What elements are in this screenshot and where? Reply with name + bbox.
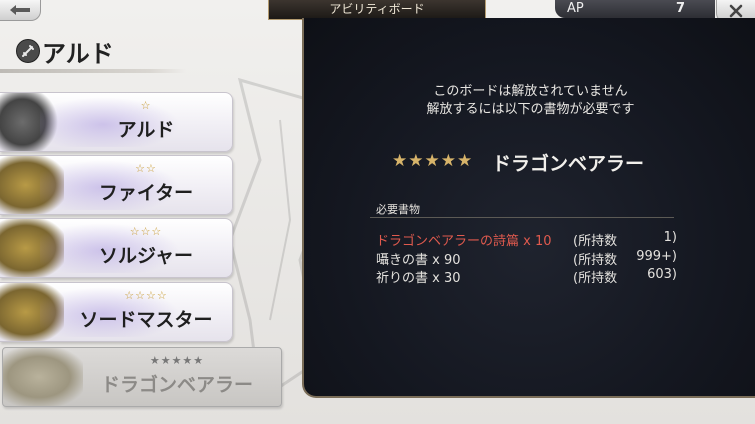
job-label: ソルジャー <box>98 245 194 267</box>
board-title: ドラゴンベアラー <box>492 153 645 175</box>
sword-emblem-icon <box>16 39 40 63</box>
requirement-owned-count: 603) <box>647 267 677 282</box>
character-name: アルド <box>42 40 114 68</box>
ap-label: AP <box>567 1 584 16</box>
requirement-owned-label: (所持数 <box>573 271 618 286</box>
close-icon <box>729 4 743 18</box>
ap-display: AP 7 <box>555 0 715 18</box>
requirement-name: 祈りの書 x 30 <box>376 271 461 286</box>
job-stars: ☆ <box>140 99 152 112</box>
requirement-row: ドラゴンベアラーの詩篇 x 10 (所持数 1) <box>376 230 686 249</box>
job-item-fighter[interactable]: ☆☆ ファイター <box>0 155 233 215</box>
job-stars: ☆☆☆ <box>129 225 163 238</box>
requirement-row: 祈りの書 x 30 (所持数 603) <box>376 267 686 286</box>
unlock-hint: 解放するには以下の書物が必要です <box>426 102 635 117</box>
job-stars: ★★★★★ <box>149 354 205 367</box>
job-portrait <box>3 348 83 406</box>
requirements-divider <box>370 217 674 218</box>
job-label: ドラゴンベアラー <box>100 374 253 396</box>
job-label: ソードマスター <box>79 309 213 331</box>
back-button[interactable] <box>0 0 41 21</box>
requirement-owned-label: (所持数 <box>573 234 618 249</box>
requirement-owned-count: 999+) <box>636 249 677 264</box>
board-rarity-stars: ★★★★★ <box>392 151 474 171</box>
requirement-name: ドラゴンベアラーの詩篇 x 10 <box>376 234 552 249</box>
requirements-header: 必要書物 <box>376 203 420 216</box>
locked-notice: このボードは解放されていません <box>433 84 628 99</box>
screen-title: アビリティボード <box>268 0 486 20</box>
job-label: アルド <box>117 119 175 141</box>
requirement-owned-label: (所持数 <box>573 253 618 268</box>
job-item-swordmaster[interactable]: ☆☆☆☆ ソードマスター <box>0 282 233 342</box>
job-item-dragonbearer[interactable]: ★★★★★ ドラゴンベアラー <box>2 347 282 407</box>
header-divider <box>0 69 186 73</box>
job-stars: ☆☆☆☆ <box>124 289 168 302</box>
requirement-owned-count: 1) <box>663 230 677 245</box>
requirement-name: 囁きの書 x 90 <box>376 253 461 268</box>
job-item-ald[interactable]: ☆ アルド <box>0 92 233 152</box>
ability-board-panel: このボードは解放されていません 解放するには以下の書物が必要です ★★★★★ ド… <box>302 18 755 398</box>
job-stars: ☆☆ <box>135 162 157 175</box>
ap-value: 7 <box>675 1 685 16</box>
job-label: ファイター <box>98 182 194 204</box>
job-item-soldier[interactable]: ☆☆☆ ソルジャー <box>0 218 233 278</box>
back-arrow-icon <box>10 5 30 15</box>
requirement-row: 囁きの書 x 90 (所持数 999+) <box>376 249 686 268</box>
